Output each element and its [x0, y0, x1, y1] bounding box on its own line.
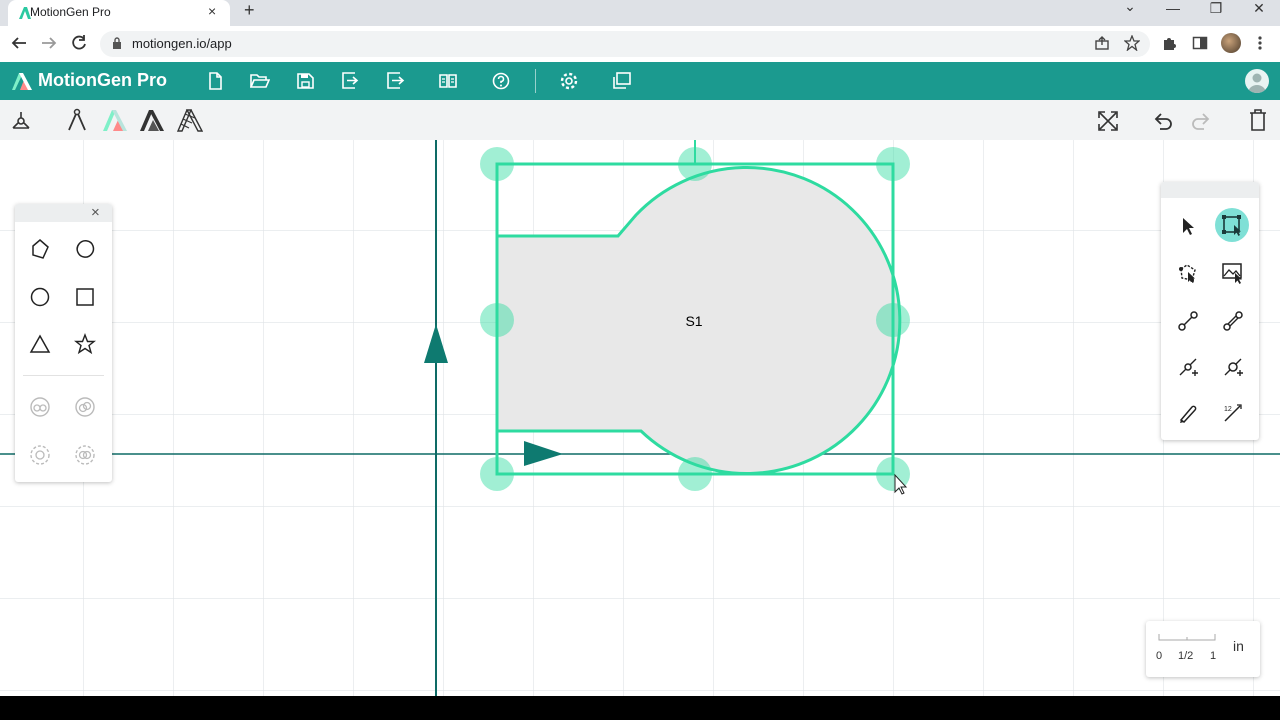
- motiongen-logo-icon: [12, 73, 32, 90]
- tab-search-icon[interactable]: ⌄: [1115, 0, 1145, 15]
- handle-top[interactable]: [678, 147, 712, 181]
- import-icon[interactable]: [341, 72, 361, 90]
- svg-text:12: 12: [1224, 406, 1232, 413]
- handle-bottom-left[interactable]: [480, 457, 514, 491]
- design-canvas[interactable]: S1: [0, 140, 1280, 696]
- motiongen-a-icon[interactable]: [102, 108, 128, 132]
- tab-title: MotionGen Pro: [30, 5, 111, 19]
- motiongen-a-dark-icon[interactable]: [139, 108, 165, 132]
- video-bottom-bar: [0, 696, 1280, 720]
- blob-icon[interactable]: [74, 238, 96, 260]
- image-select-icon[interactable]: [1221, 262, 1245, 284]
- select-box-tool-active[interactable]: [1215, 208, 1249, 242]
- intersect-icon[interactable]: [29, 444, 51, 466]
- handle-left[interactable]: [480, 303, 514, 337]
- exclude-icon[interactable]: [74, 444, 96, 466]
- motiongen-a-hatched-icon[interactable]: [177, 108, 203, 132]
- reload-icon[interactable]: [70, 34, 88, 52]
- undo-icon[interactable]: [1152, 110, 1174, 132]
- header-divider: [535, 69, 536, 93]
- square-icon[interactable]: [74, 286, 96, 308]
- triangle-icon[interactable]: [29, 333, 51, 355]
- gallery-icon[interactable]: [612, 72, 632, 90]
- tab-close-icon[interactable]: ×: [208, 3, 216, 19]
- scale-tick-1: 1: [1210, 650, 1217, 662]
- back-icon[interactable]: [10, 35, 28, 51]
- dimension-icon[interactable]: 12: [1222, 402, 1244, 424]
- edit-shape-icon[interactable]: [1177, 262, 1199, 284]
- shape-label: S1: [685, 313, 702, 329]
- browser-menu-icon[interactable]: [1256, 35, 1264, 51]
- minimize-button[interactable]: —: [1158, 0, 1188, 16]
- address-bar[interactable]: [100, 31, 1150, 57]
- redo-icon[interactable]: [1190, 110, 1212, 132]
- link-icon[interactable]: [1177, 310, 1199, 332]
- bookmark-star-icon[interactable]: [1124, 35, 1140, 51]
- star-icon[interactable]: [74, 333, 96, 355]
- select-box-icon[interactable]: [1221, 214, 1243, 236]
- url-text[interactable]: motiongen.io/app: [132, 36, 232, 51]
- fit-screen-icon[interactable]: [1097, 110, 1119, 132]
- add-joint-alt-icon[interactable]: [1222, 356, 1244, 378]
- handle-top-right[interactable]: [876, 147, 910, 181]
- handle-right[interactable]: [876, 303, 910, 337]
- linkage-icon[interactable]: [10, 110, 32, 132]
- app-header: [0, 62, 1280, 100]
- link-alt-icon[interactable]: [1222, 310, 1244, 332]
- new-file-icon[interactable]: [206, 72, 226, 90]
- canvas-svg[interactable]: S1: [0, 140, 1280, 696]
- polygon-icon[interactable]: [29, 238, 51, 260]
- scale-tick-0: 0: [1156, 650, 1163, 662]
- extensions-icon[interactable]: [1161, 35, 1177, 51]
- restore-button[interactable]: ❐: [1201, 0, 1231, 17]
- settings-icon[interactable]: [559, 72, 579, 90]
- drafting-icon[interactable]: [66, 108, 88, 132]
- lock-icon[interactable]: [112, 37, 122, 50]
- profile-avatar[interactable]: [1221, 33, 1241, 53]
- open-folder-icon[interactable]: [250, 72, 270, 90]
- handle-top-left[interactable]: [480, 147, 514, 181]
- user-icon: [1248, 73, 1266, 93]
- trash-icon[interactable]: [1248, 108, 1268, 132]
- edit-tools-panel: 12: [1161, 182, 1259, 440]
- add-joint-icon[interactable]: [1177, 356, 1199, 378]
- scale-tick-half: 1/2: [1178, 650, 1194, 662]
- library-icon[interactable]: [438, 72, 458, 90]
- scale-bar: [1158, 634, 1216, 641]
- side-panel-icon[interactable]: [1192, 35, 1208, 51]
- pointer-icon[interactable]: [1177, 215, 1199, 237]
- shape-panel-divider: [23, 375, 104, 376]
- forward-icon[interactable]: [40, 35, 58, 51]
- pen-icon[interactable]: [1177, 402, 1199, 424]
- help-icon[interactable]: [491, 72, 511, 90]
- union-icon[interactable]: [29, 396, 51, 418]
- shape-tools-panel: ×: [15, 204, 112, 482]
- scale-unit[interactable]: in: [1233, 638, 1244, 654]
- share-icon[interactable]: [1094, 36, 1110, 50]
- handle-bottom[interactable]: [678, 457, 712, 491]
- subtract-icon[interactable]: [74, 396, 96, 418]
- new-tab-button[interactable]: +: [244, 0, 255, 21]
- user-avatar[interactable]: [1245, 69, 1269, 93]
- shape-panel-close-icon[interactable]: ×: [91, 204, 100, 221]
- circle-icon[interactable]: [29, 286, 51, 308]
- tool-panel-header[interactable]: [1161, 182, 1259, 198]
- export-icon[interactable]: [386, 72, 406, 90]
- save-icon[interactable]: [296, 72, 316, 90]
- app-title: MotionGen Pro: [38, 70, 167, 90]
- close-window-button[interactable]: ✕: [1244, 0, 1274, 17]
- scale-legend: 0 1/2 1 in: [1146, 621, 1260, 677]
